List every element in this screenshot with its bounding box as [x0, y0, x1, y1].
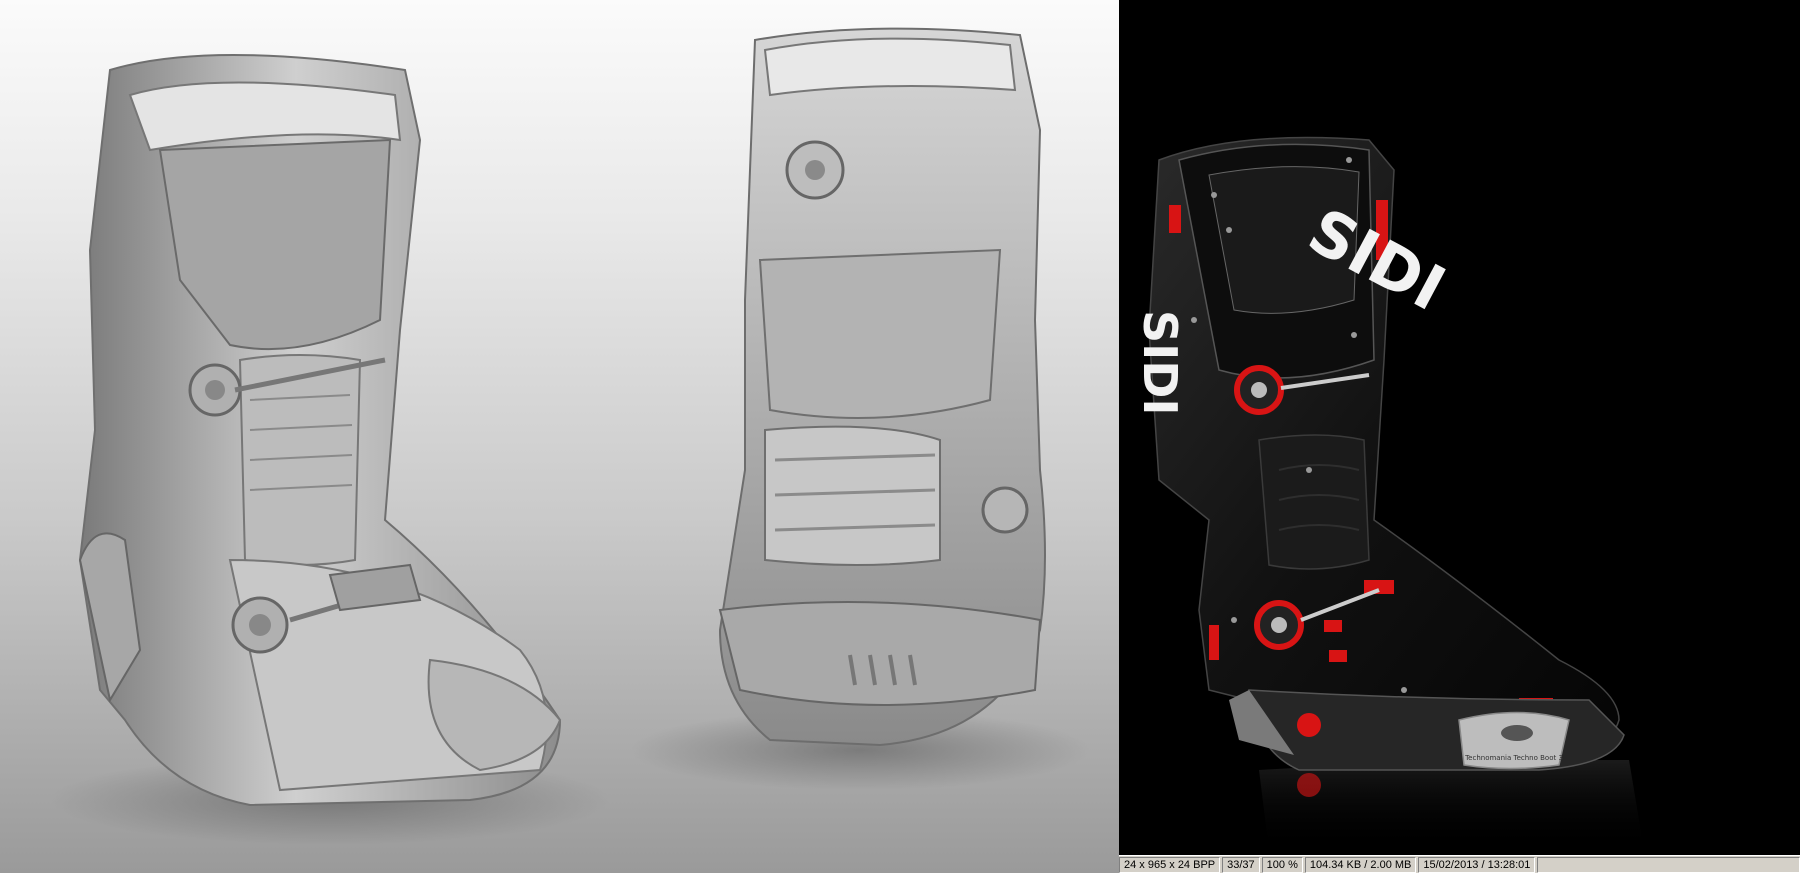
status-datetime: 15/02/2013 / 13:28:01: [1418, 856, 1536, 873]
status-empty: [1537, 856, 1800, 873]
clay-render-view: [0, 0, 1119, 873]
red-accent: [1169, 205, 1181, 233]
status-image-index: 33/37: [1222, 856, 1260, 873]
clay-boot-rear: [718, 27, 1046, 747]
status-dimensions: 24 x 965 x 24 BPP: [1119, 856, 1221, 873]
sidi-boot-photo: Technomania Techno Boot 3 SIDI SIDI: [1133, 136, 1644, 850]
status-bar: 24 x 965 x 24 BPP 33/37 100 % 104.34 KB …: [1119, 855, 1800, 873]
photo-view-panel: Technomania Techno Boot 3 SIDI SIDI: [1119, 0, 1800, 873]
clay-boot-front: [78, 54, 562, 807]
sidi-logo-side: SIDI: [1133, 310, 1187, 416]
toe-plate-text: Technomania Techno Boot 3: [1464, 754, 1563, 762]
status-zoom: 100 %: [1261, 856, 1303, 873]
status-memory: 104.34 KB / 2.00 MB: [1304, 856, 1417, 873]
clay-boots-illustration: [50, 27, 1090, 845]
